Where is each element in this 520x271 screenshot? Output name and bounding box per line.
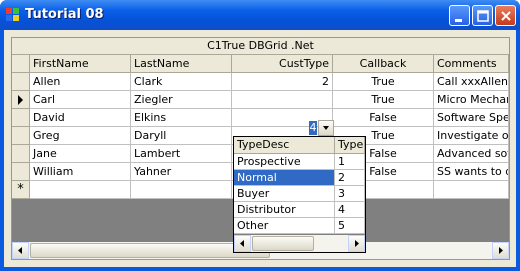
cell-custtype-editing[interactable]	[232, 91, 333, 109]
close-button[interactable]	[495, 5, 516, 26]
dropdown-item-desc[interactable]: Buyer	[234, 186, 335, 202]
cell-comments[interactable]: SS wants to di	[434, 163, 509, 181]
cell-firstname[interactable]: David	[30, 109, 131, 127]
dropdown-item-desc[interactable]: Prospective	[234, 154, 335, 170]
new-row-cell[interactable]	[30, 181, 131, 199]
scroll-right-button[interactable]	[492, 242, 509, 259]
column-header-comments[interactable]: Comments	[434, 55, 509, 73]
dropdown-item-desc[interactable]: Other	[234, 218, 335, 234]
cell-comments[interactable]: Call xxxAllen to	[434, 73, 509, 91]
cell-callback[interactable]: False	[333, 109, 434, 127]
minimize-button[interactable]	[449, 5, 470, 26]
cell-firstname[interactable]: William	[30, 163, 131, 181]
new-row-cell[interactable]	[434, 181, 509, 199]
client-area: C1True DBGrid .Net FirstName LastName Cu…	[4, 30, 516, 267]
cell-firstname[interactable]: Carl	[30, 91, 131, 109]
custtype-dropdown-button[interactable]	[318, 120, 334, 136]
dropdown-item-id[interactable]: 2	[335, 170, 365, 186]
arrow-left-icon	[18, 247, 22, 254]
cell-lastname[interactable]: Daryll	[131, 127, 232, 145]
column-header-lastname[interactable]: LastName	[131, 55, 232, 73]
row-selector[interactable]	[12, 109, 30, 127]
cell-comments[interactable]: Investigate orc	[434, 127, 509, 145]
scroll-right-button[interactable]	[348, 235, 365, 252]
arrow-left-icon	[240, 240, 244, 247]
cell-custtype[interactable]: 2	[232, 73, 333, 91]
dropdown-item-id[interactable]: 3	[335, 186, 365, 202]
custtype-dropdown-list[interactable]: TypeDesc TypeI Prospective 1 Normal 2 Bu…	[233, 136, 366, 253]
grid-caption: C1True DBGrid .Net	[12, 38, 509, 55]
cell-firstname[interactable]: Allen	[30, 73, 131, 91]
minimize-icon	[455, 19, 462, 22]
column-header-callback[interactable]: Callback	[333, 55, 434, 73]
row-selector[interactable]	[12, 73, 30, 91]
scroll-thumb[interactable]	[252, 236, 314, 251]
dropdown-item-desc[interactable]: Distributor	[234, 202, 335, 218]
row-selector[interactable]	[12, 91, 30, 109]
cell-lastname[interactable]: Clark	[131, 73, 232, 91]
new-row-cell[interactable]	[131, 181, 232, 199]
cell-callback[interactable]: True	[333, 91, 434, 109]
app-icon	[6, 8, 19, 21]
maximize-button[interactable]	[472, 5, 493, 26]
column-header-custtype[interactable]: CustType	[232, 55, 333, 73]
dropdown-item-id[interactable]: 1	[335, 154, 365, 170]
column-header-firstname[interactable]: FirstName	[30, 55, 131, 73]
dropdown-horizontal-scrollbar[interactable]	[234, 235, 365, 252]
chevron-down-icon	[323, 126, 329, 130]
cell-lastname[interactable]: Yahner	[131, 163, 232, 181]
row-selector[interactable]	[12, 145, 30, 163]
current-row-arrow-icon	[18, 95, 23, 105]
arrow-right-icon	[355, 240, 359, 247]
cell-lastname[interactable]: Lambert	[131, 145, 232, 163]
custtype-edit-value[interactable]: 4	[309, 121, 317, 135]
arrow-right-icon	[499, 247, 503, 254]
cell-comments[interactable]: Software Spec	[434, 109, 509, 127]
close-icon	[501, 11, 511, 21]
maximize-icon	[477, 10, 489, 22]
title-bar[interactable]: Tutorial 08	[0, 0, 520, 30]
cell-comments[interactable]: Advanced soft	[434, 145, 509, 163]
new-row-marker[interactable]: *	[12, 181, 30, 199]
dropdown-item-desc-selected[interactable]: Normal	[234, 170, 335, 186]
cell-callback[interactable]: True	[333, 73, 434, 91]
dropdown-header-typedesc[interactable]: TypeDesc	[234, 137, 335, 154]
cell-firstname[interactable]: Greg	[30, 127, 131, 145]
cell-lastname[interactable]: Elkins	[131, 109, 232, 127]
scroll-left-button[interactable]	[234, 235, 251, 252]
cell-comments[interactable]: Micro Mechan	[434, 91, 509, 109]
app-window: Tutorial 08 C1True DBGrid .Net FirstName…	[0, 0, 520, 271]
dropdown-item-id[interactable]: 4	[335, 202, 365, 218]
scroll-left-button[interactable]	[12, 242, 29, 259]
cell-lastname[interactable]: Ziegler	[131, 91, 232, 109]
window-title: Tutorial 08	[25, 7, 104, 22]
cell-firstname[interactable]: Jane	[30, 145, 131, 163]
row-selector[interactable]	[12, 127, 30, 145]
dropdown-header-typeid[interactable]: TypeI	[335, 137, 365, 154]
dropdown-item-id[interactable]: 5	[335, 218, 365, 234]
row-selector[interactable]	[12, 163, 30, 181]
row-selector-header	[12, 55, 30, 73]
